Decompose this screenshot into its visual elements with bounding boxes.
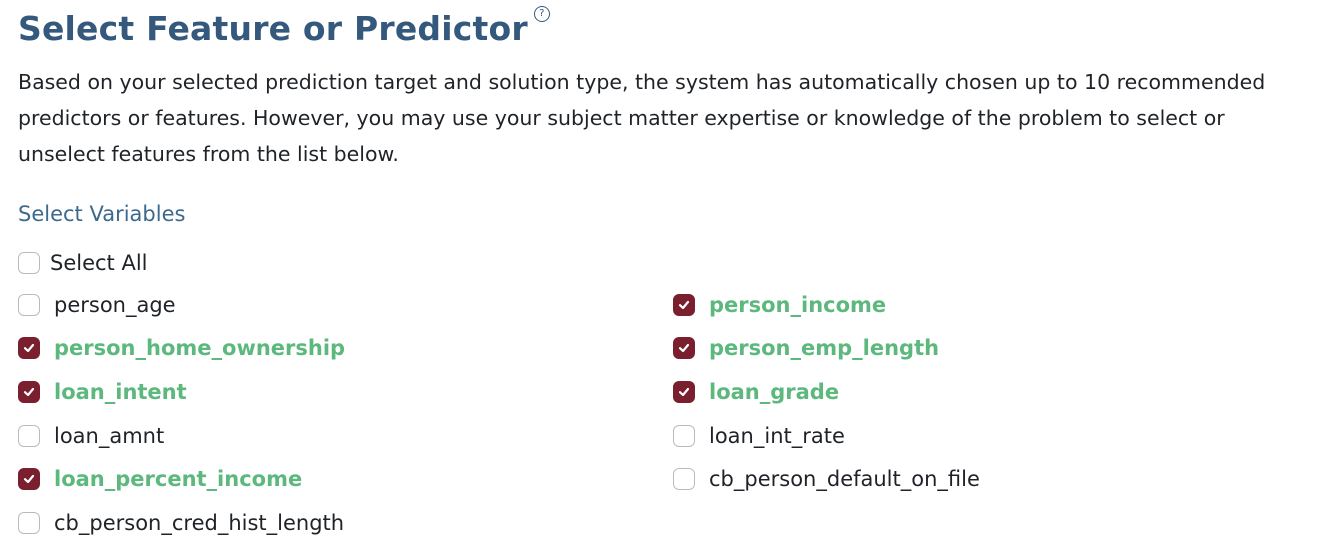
feature-option[interactable]: loan_intent [18,370,673,414]
feature-checkbox[interactable] [673,468,695,491]
feature-label: person_income [709,292,887,317]
feature-option[interactable]: loan_int_rate [673,414,1318,458]
select-all-label: Select All [50,251,148,275]
feature-checkbox[interactable] [18,424,40,447]
feature-option[interactable]: cb_person_cred_hist_length [18,501,673,545]
feature-option[interactable]: loan_grade [673,370,1318,414]
feature-list: person_age person_income person_home_own… [18,283,1318,545]
select-variables-label: Select Variables [18,202,186,226]
checkmark-icon [678,387,690,397]
checkmark-icon [23,387,35,397]
title-row: Select Feature or Predictor ? [18,6,550,52]
feature-checkbox[interactable] [18,380,40,403]
feature-label: person_emp_length [709,336,940,361]
feature-option[interactable]: person_emp_length [673,327,1318,371]
feature-checkbox[interactable] [18,293,40,316]
feature-option[interactable]: cb_person_default_on_file [673,457,1318,501]
feature-checkbox[interactable] [18,511,40,534]
page-title: Select Feature or Predictor [18,9,528,48]
checkmark-icon [23,475,35,484]
feature-label: loan_percent_income [54,467,303,492]
feature-option[interactable]: loan_percent_income [18,457,673,501]
question-circle-icon[interactable]: ? [533,6,550,22]
description-text: Based on your selected prediction target… [18,70,1266,166]
feature-label: loan_intent [54,379,187,404]
feature-label: person_home_ownership [54,336,346,361]
checkmark-icon [23,344,35,353]
feature-label: cb_person_default_on_file [709,467,980,492]
feature-option[interactable]: loan_amnt [18,414,673,458]
feature-label: cb_person_cred_hist_length [54,510,345,535]
select-all-checkbox[interactable] [18,252,40,274]
feature-option[interactable]: person_income [673,283,1318,327]
checkmark-icon [678,344,690,353]
feature-checkbox[interactable] [18,468,40,491]
feature-label: person_age [54,292,176,317]
checkmark-icon [678,300,690,309]
feature-label: loan_amnt [54,423,165,448]
feature-checkbox[interactable] [673,337,695,360]
feature-label: loan_int_rate [709,423,845,448]
feature-checkbox[interactable] [673,293,695,316]
feature-checkbox[interactable] [673,380,695,403]
select-all-option[interactable]: Select All [18,248,148,278]
feature-label: loan_grade [709,379,840,404]
feature-option[interactable]: person_age [18,283,673,327]
feature-checkbox[interactable] [18,337,40,360]
feature-option[interactable]: person_home_ownership [18,327,673,371]
feature-checkbox[interactable] [673,424,695,447]
